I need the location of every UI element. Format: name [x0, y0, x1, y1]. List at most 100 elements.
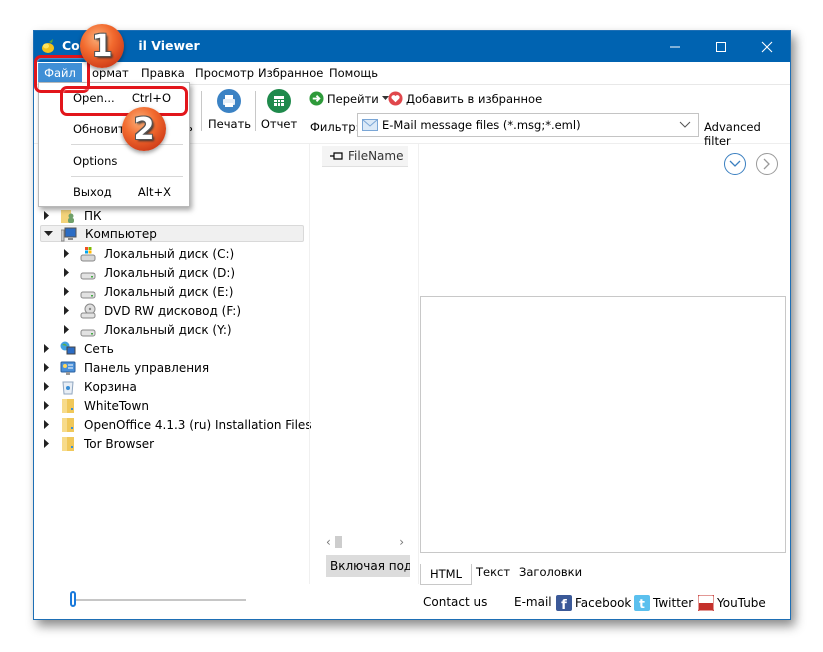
svg-text:f: f — [561, 598, 567, 611]
facebook-label: Facebook — [575, 596, 632, 610]
youtube-link[interactable]: YouTube — [698, 595, 766, 611]
expand-arrow-icon[interactable] — [42, 401, 52, 410]
maximize-button[interactable] — [698, 31, 744, 62]
tab-headers[interactable]: Заголовки — [519, 565, 582, 579]
report-label: Отчет — [260, 117, 298, 131]
tree-item-label: DVD RW дисковод (F:) — [104, 303, 242, 318]
system-drive-icon — [80, 246, 96, 262]
add-favorites-label: Добавить в избранное — [406, 91, 543, 106]
filename-column-label: FileName — [348, 149, 404, 163]
goto-label: Перейти — [327, 91, 379, 106]
tree-item[interactable]: Локальный диск (D:) — [62, 263, 235, 282]
chevron-down-icon — [679, 121, 691, 128]
contact-us-link[interactable]: Contact us — [423, 595, 487, 609]
scroll-right-icon[interactable]: › — [399, 535, 404, 549]
expand-arrow-icon[interactable] — [62, 249, 72, 258]
tree-item[interactable]: Локальный диск (Y:) — [62, 320, 232, 339]
filter-label: Фильтр: — [310, 120, 360, 134]
tree-item-label: Локальный диск (E:) — [104, 284, 234, 299]
expand-arrow-icon[interactable] — [42, 363, 52, 372]
menu-help[interactable]: Помощь — [329, 66, 378, 80]
print-button[interactable]: Печать — [208, 89, 252, 131]
filter-select[interactable]: E-Mail message files (*.msg;*.eml) — [357, 113, 699, 137]
tree-item[interactable]: OpenOffice 4.1.3 (ru) Installation Files — [42, 415, 312, 434]
tree-item[interactable]: Сеть — [42, 339, 114, 358]
report-button[interactable]: Отчет — [260, 89, 298, 131]
folder-icon — [60, 398, 76, 414]
drive-icon — [80, 265, 96, 281]
drive-icon — [80, 322, 96, 338]
close-button[interactable] — [744, 31, 790, 62]
expand-arrow-icon[interactable] — [62, 287, 72, 296]
facebook-link[interactable]: f Facebook — [556, 595, 631, 611]
tree-item-label: Локальный диск (Y:) — [104, 322, 232, 337]
collapse-arrow-icon[interactable] — [43, 230, 53, 237]
twitter-icon: t — [634, 595, 650, 611]
tree-item[interactable]: Tor Browser — [42, 434, 154, 453]
tab-html[interactable]: HTML — [420, 564, 472, 585]
scroll-left-icon[interactable]: ‹ — [326, 535, 331, 549]
tree-item-label: OpenOffice 4.1.3 (ru) Installation Files — [84, 417, 312, 432]
zoom-slider-thumb[interactable] — [70, 591, 76, 607]
folder-icon — [60, 417, 76, 433]
file-list: FileName — [310, 144, 418, 584]
scroll-thumb[interactable] — [334, 536, 342, 548]
expand-arrow-icon[interactable] — [62, 325, 72, 334]
preview-header — [419, 144, 789, 294]
expand-arrow-icon[interactable] — [42, 382, 52, 391]
menu-item-options[interactable]: Options — [73, 154, 117, 168]
next-button[interactable] — [756, 153, 778, 175]
menu-format[interactable]: ормат — [92, 66, 129, 80]
tree-item[interactable]: ПК — [42, 206, 102, 225]
tree-item[interactable]: Локальный диск (C:) — [62, 244, 234, 263]
tab-text[interactable]: Текст — [476, 565, 510, 579]
menu-view[interactable]: Просмотр — [195, 66, 254, 80]
twitter-label: Twitter — [653, 596, 694, 610]
menu-favorites[interactable]: Избранное — [258, 66, 323, 80]
heart-icon — [388, 91, 403, 106]
zoom-slider-track[interactable] — [74, 599, 246, 601]
toolbar-separator — [201, 91, 202, 131]
step-2-badge: 2 — [122, 107, 166, 151]
step-1-badge: 1 — [80, 24, 124, 68]
folder-icon — [60, 436, 76, 452]
email-link[interactable]: E-mail — [514, 595, 552, 609]
tree-item-label: Сеть — [84, 341, 114, 356]
chevron-down-icon — [729, 160, 741, 167]
horizontal-scrollbar[interactable]: ‹ › — [326, 535, 410, 549]
drive-icon — [80, 284, 96, 300]
envelope-icon — [362, 119, 378, 131]
recycle-bin-icon — [60, 379, 76, 395]
dvd-drive-icon — [80, 303, 96, 319]
chevron-right-icon — [763, 158, 770, 170]
tree-item[interactable]: DVD RW дисковод (F:) — [62, 301, 241, 320]
expand-arrow-icon[interactable] — [62, 306, 72, 315]
menu-edit[interactable]: Правка — [141, 66, 185, 80]
filter-value: E-Mail message files (*.msg;*.eml) — [382, 118, 581, 132]
expand-arrow-icon[interactable] — [42, 344, 52, 353]
expand-arrow-icon[interactable] — [42, 439, 52, 448]
minimize-button[interactable] — [652, 31, 698, 62]
highlight-open-item — [60, 86, 188, 116]
goto-button[interactable]: Перейти — [309, 91, 389, 106]
tree-item[interactable]: Панель управления — [42, 358, 209, 377]
minimize-icon — [670, 46, 680, 47]
expand-arrow-icon[interactable] — [42, 420, 52, 429]
print-label: Печать — [208, 117, 252, 131]
user-folder-icon — [60, 208, 76, 224]
expand-arrow-icon[interactable] — [62, 268, 72, 277]
toolbar-separator — [255, 91, 256, 131]
menu-item-exit[interactable]: Выход — [73, 185, 112, 199]
add-favorites-button[interactable]: Добавить в избранное — [388, 91, 542, 106]
tree-item[interactable]: Корзина — [42, 377, 137, 396]
filename-column-header[interactable]: FileName — [322, 146, 408, 167]
expand-down-button[interactable] — [724, 153, 746, 175]
expand-arrow-icon[interactable] — [42, 211, 52, 220]
tree-item[interactable]: Локальный диск (E:) — [62, 282, 233, 301]
include-subfolders-button[interactable]: Включая подд — [326, 555, 410, 577]
tree-item[interactable]: Компьютер — [40, 225, 304, 242]
tree-item-label: Локальный диск (D:) — [104, 265, 236, 280]
twitter-link[interactable]: t Twitter — [634, 595, 693, 611]
pin-icon — [330, 152, 343, 160]
tree-item[interactable]: WhiteTown — [42, 396, 149, 415]
